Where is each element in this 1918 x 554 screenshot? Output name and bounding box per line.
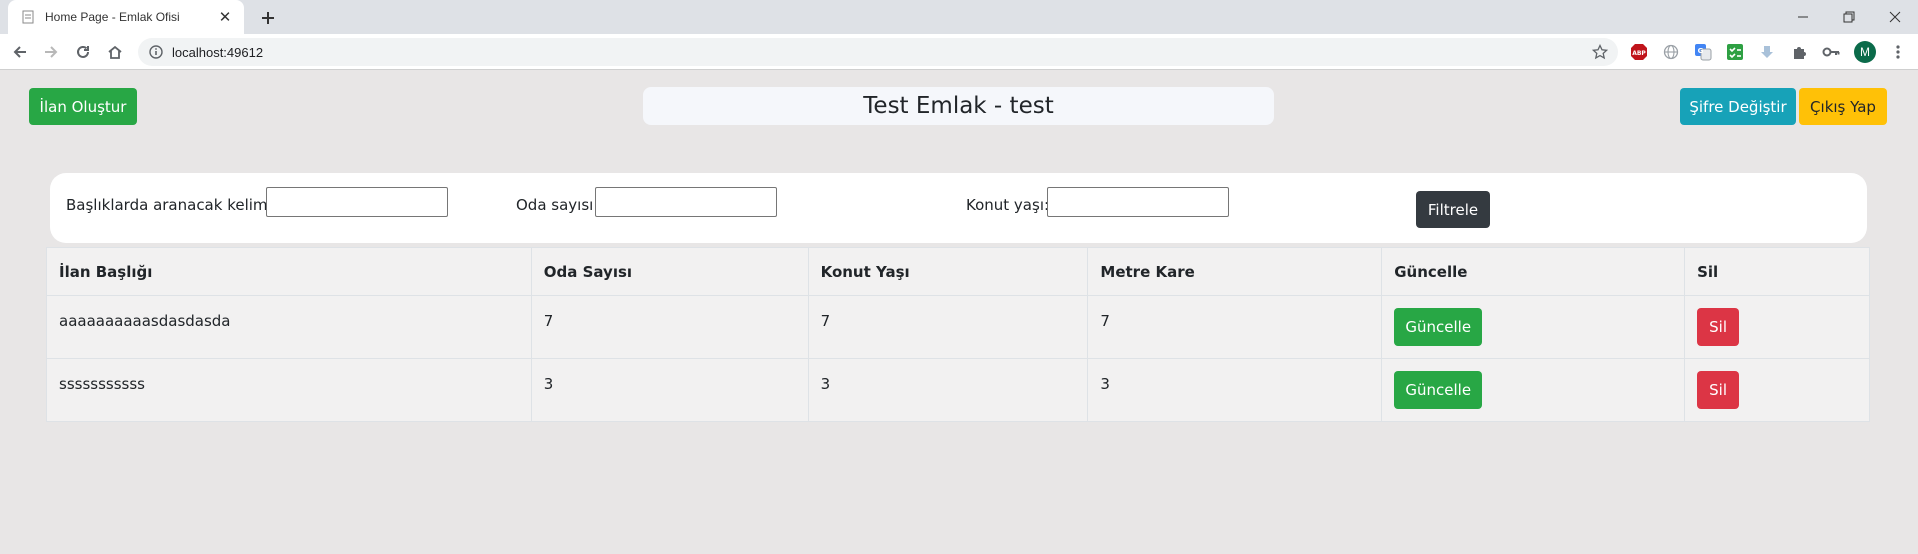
new-tab-icon[interactable] [254, 6, 282, 30]
browser-menu-icon[interactable] [1888, 42, 1908, 62]
change-password-button[interactable]: Şifre Değiştir [1680, 88, 1796, 125]
cell-update: Güncelle [1381, 295, 1686, 359]
keyword-label: Başlıklarda aranacak kelime: [66, 196, 282, 214]
cell-area: 7 [1087, 295, 1383, 359]
cell-update: Güncelle [1381, 358, 1686, 422]
create-listing-button[interactable]: İlan Oluştur [29, 88, 137, 125]
forward-arrow-icon[interactable] [37, 38, 65, 66]
cell-title: sssssssssss [46, 358, 532, 422]
adblock-extension-icon[interactable]: ABP [1629, 42, 1649, 62]
cell-age: 3 [807, 358, 1089, 422]
delete-button[interactable]: Sil [1697, 308, 1740, 346]
age-input[interactable] [1047, 187, 1229, 217]
browser-tab-strip: Home Page - Emlak Ofisi ✕ [0, 0, 1918, 34]
puzzle-extensions-icon[interactable] [1789, 42, 1809, 62]
svg-text:G: G [1698, 47, 1704, 55]
globe-extension-icon[interactable] [1661, 42, 1681, 62]
column-header-age: Konut Yaşı [807, 247, 1089, 296]
keyword-input[interactable] [266, 187, 448, 217]
cell-delete: Sil [1684, 358, 1870, 422]
cell-delete: Sil [1684, 295, 1870, 359]
address-bar[interactable]: localhost:49612 [138, 38, 1618, 66]
page-title: Test Emlak - test [643, 87, 1274, 125]
column-header-title: İlan Başlığı [46, 247, 532, 296]
page-favicon-icon [20, 9, 36, 25]
download-extension-icon[interactable] [1757, 42, 1777, 62]
site-info-icon[interactable] [142, 38, 170, 66]
logout-button[interactable]: Çıkış Yap [1799, 88, 1887, 125]
rooms-label: Oda sayısı: [516, 196, 599, 214]
listings-table: İlan Başlığı Oda Sayısı Konut Yaşı Metre… [46, 247, 1870, 422]
translate-extension-icon[interactable]: G [1693, 42, 1713, 62]
cell-rooms: 3 [530, 358, 809, 422]
browser-toolbar: localhost:49612 ABP G M [0, 34, 1918, 70]
rooms-input[interactable] [595, 187, 777, 217]
browser-tab[interactable]: Home Page - Emlak Ofisi ✕ [8, 0, 244, 34]
profile-avatar[interactable]: M [1854, 41, 1876, 63]
cell-rooms: 7 [530, 295, 809, 359]
reload-icon[interactable] [69, 38, 97, 66]
table-row: aaaaaaaaaasdasdasda 7 7 7 Güncelle Sil [46, 295, 1870, 359]
url-text: localhost:49612 [172, 44, 264, 60]
column-header-area: Metre Kare [1087, 247, 1383, 296]
column-header-update: Güncelle [1381, 247, 1686, 296]
column-header-delete: Sil [1684, 247, 1870, 296]
filter-panel: Başlıklarda aranacak kelime: Oda sayısı:… [50, 173, 1867, 243]
close-tab-icon[interactable]: ✕ [216, 8, 234, 26]
tab-title: Home Page - Emlak Ofisi [45, 10, 180, 24]
cell-title: aaaaaaaaaasdasdasda [46, 295, 532, 359]
back-arrow-icon[interactable] [6, 38, 34, 66]
bookmark-star-icon[interactable] [1586, 38, 1614, 66]
restore-icon[interactable] [1826, 0, 1872, 34]
table-header-row: İlan Başlığı Oda Sayısı Konut Yaşı Metre… [46, 247, 1870, 296]
delete-button[interactable]: Sil [1697, 371, 1740, 409]
table-row: sssssssssss 3 3 3 Güncelle Sil [46, 358, 1870, 422]
svg-text:ABP: ABP [1632, 50, 1646, 57]
filter-button[interactable]: Filtrele [1416, 191, 1490, 228]
column-header-rooms: Oda Sayısı [530, 247, 809, 296]
minimize-icon[interactable] [1780, 0, 1826, 34]
update-button[interactable]: Güncelle [1394, 308, 1483, 346]
window-controls [1780, 0, 1918, 34]
key-passwords-icon[interactable] [1821, 42, 1841, 62]
checklist-extension-icon[interactable] [1725, 42, 1745, 62]
age-label: Konut yaşı: [966, 196, 1050, 214]
cell-area: 3 [1087, 358, 1383, 422]
update-button[interactable]: Güncelle [1394, 371, 1483, 409]
home-icon[interactable] [101, 38, 129, 66]
close-window-icon[interactable] [1872, 0, 1918, 34]
page-content: İlan Oluştur Test Emlak - test Şifre Değ… [0, 71, 1918, 554]
cell-age: 7 [807, 295, 1089, 359]
